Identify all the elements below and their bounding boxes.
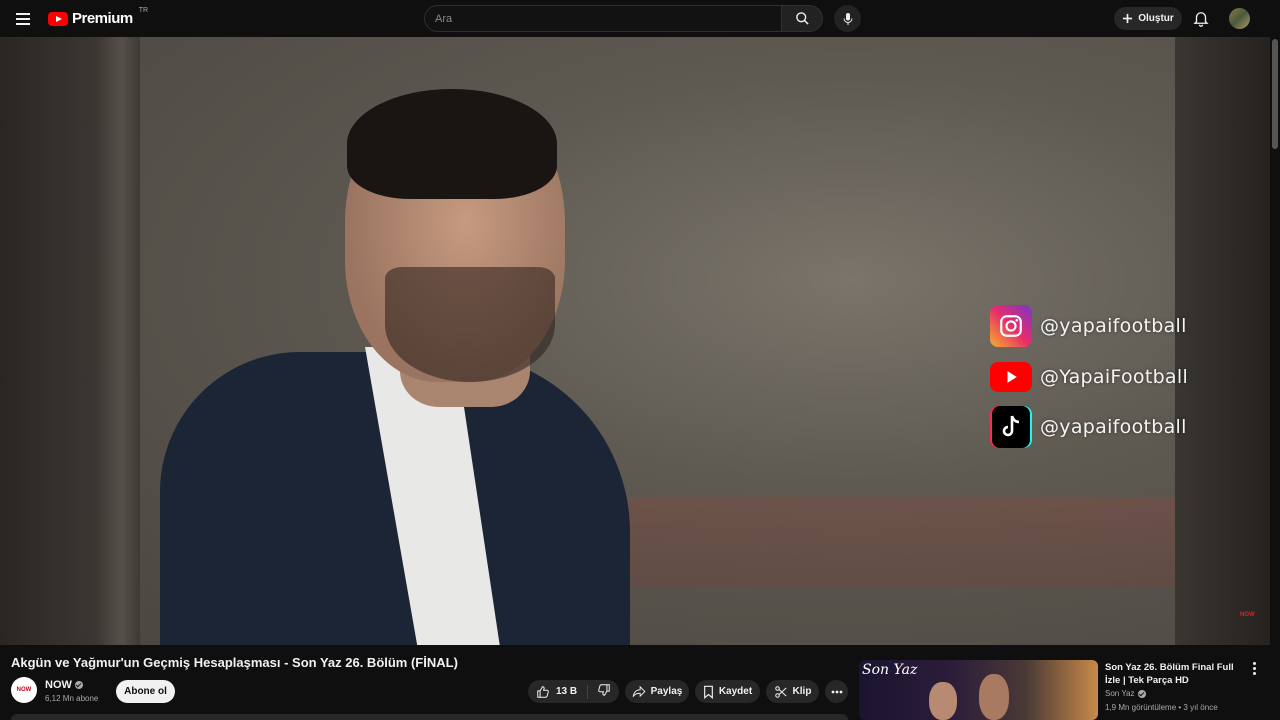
verified-badge-icon bbox=[1137, 689, 1146, 698]
more-actions-button[interactable] bbox=[825, 680, 848, 703]
video-person-beard bbox=[385, 267, 555, 382]
clip-button[interactable]: Klip bbox=[766, 680, 819, 703]
voice-search-button[interactable] bbox=[834, 5, 861, 32]
channel-name[interactable]: NOW bbox=[45, 679, 72, 691]
search-box bbox=[424, 5, 782, 32]
like-count: 13 B bbox=[555, 686, 578, 697]
like-button[interactable]: 13 B bbox=[536, 684, 589, 699]
save-label: Kaydet bbox=[718, 686, 753, 697]
youtube-logo-icon bbox=[48, 11, 68, 26]
recommended-thumbnail[interactable]: Son Yaz bbox=[859, 660, 1098, 720]
logo-text: Premium bbox=[72, 10, 133, 27]
share-label: Paylaş bbox=[650, 686, 683, 697]
channel-avatar[interactable]: NOW bbox=[11, 677, 37, 703]
overlay-instagram: @yapaifootball bbox=[990, 304, 1250, 348]
recommended-channel[interactable]: Son Yaz bbox=[1105, 689, 1135, 698]
scissors-icon bbox=[774, 685, 787, 698]
recommended-video[interactable]: Son Yaz Son Yaz 26. Bölüm Final Full İzl… bbox=[859, 660, 1267, 720]
recommended-title[interactable]: Son Yaz 26. Bölüm Final Full İzle | Tek … bbox=[1105, 661, 1245, 687]
tiktok-icon bbox=[990, 406, 1032, 448]
share-button[interactable]: Paylaş bbox=[625, 680, 689, 703]
subscribe-button[interactable]: Abone ol bbox=[116, 680, 175, 703]
search-button[interactable] bbox=[781, 5, 823, 32]
search-input[interactable] bbox=[425, 6, 781, 31]
video-person-hair bbox=[347, 89, 557, 199]
recommended-channel-row: Son Yaz bbox=[1105, 689, 1146, 698]
thumbnail-person bbox=[929, 682, 957, 720]
more-horizontal-icon bbox=[831, 690, 842, 693]
channel-avatar-text: NOW bbox=[16, 687, 32, 693]
clip-label: Klip bbox=[792, 686, 812, 697]
youtube-icon bbox=[990, 362, 1032, 392]
scrollbar-thumb[interactable] bbox=[1272, 39, 1278, 149]
youtube-premium-logo[interactable]: Premium TR bbox=[48, 7, 149, 27]
instagram-handle: @yapaifootball bbox=[1040, 315, 1187, 337]
youtube-handle: @YapaiFootball bbox=[1040, 366, 1189, 388]
subscriber-count: 6,12 Mn abone bbox=[45, 694, 99, 703]
tiktok-handle: @yapaifootball bbox=[1040, 416, 1187, 438]
share-icon bbox=[632, 685, 646, 698]
video-title: Akgün ve Yağmur'un Geçmiş Hesaplaşması -… bbox=[11, 655, 458, 670]
page-scrollbar[interactable] bbox=[1270, 37, 1280, 720]
dislike-button[interactable] bbox=[593, 683, 611, 700]
save-button[interactable]: Kaydet bbox=[695, 680, 760, 703]
create-button[interactable]: Oluştur bbox=[1114, 7, 1182, 30]
notifications-bell-icon[interactable] bbox=[1192, 9, 1210, 27]
thumbnail-person bbox=[979, 674, 1009, 720]
menu-icon[interactable] bbox=[12, 8, 34, 30]
video-pillar bbox=[95, 37, 140, 645]
search-icon bbox=[795, 12, 809, 25]
player-letterbox-left bbox=[0, 37, 95, 645]
thumbnail-text: Son Yaz bbox=[862, 662, 918, 678]
overlay-tiktok: @yapaifootball bbox=[990, 405, 1250, 449]
description-box[interactable] bbox=[11, 714, 848, 720]
like-dislike-group: 13 B bbox=[528, 680, 619, 703]
video-player[interactable]: @yapaifootball @YapaiFootball @yapaifoot… bbox=[0, 37, 1270, 645]
verified-badge-icon bbox=[74, 681, 83, 689]
channel-name-row[interactable]: NOW bbox=[45, 679, 83, 691]
instagram-icon bbox=[990, 305, 1032, 347]
more-vertical-icon[interactable] bbox=[1249, 662, 1259, 676]
account-avatar[interactable] bbox=[1229, 8, 1250, 29]
country-code: TR bbox=[138, 7, 149, 14]
plus-icon bbox=[1123, 13, 1133, 24]
recommended-meta: 1,9 Mn görüntüleme • 3 yıl önce bbox=[1105, 703, 1218, 712]
overlay-youtube: @YapaiFootball bbox=[990, 355, 1250, 399]
create-label: Oluştur bbox=[1138, 13, 1174, 24]
microphone-icon bbox=[843, 12, 852, 25]
thumbs-up-icon bbox=[537, 685, 549, 698]
thumbs-down-icon bbox=[598, 684, 610, 696]
channel-watermark: NOW bbox=[1240, 612, 1255, 618]
bookmark-icon bbox=[703, 685, 713, 699]
top-bar: Premium TR Oluştur bbox=[0, 0, 1280, 37]
